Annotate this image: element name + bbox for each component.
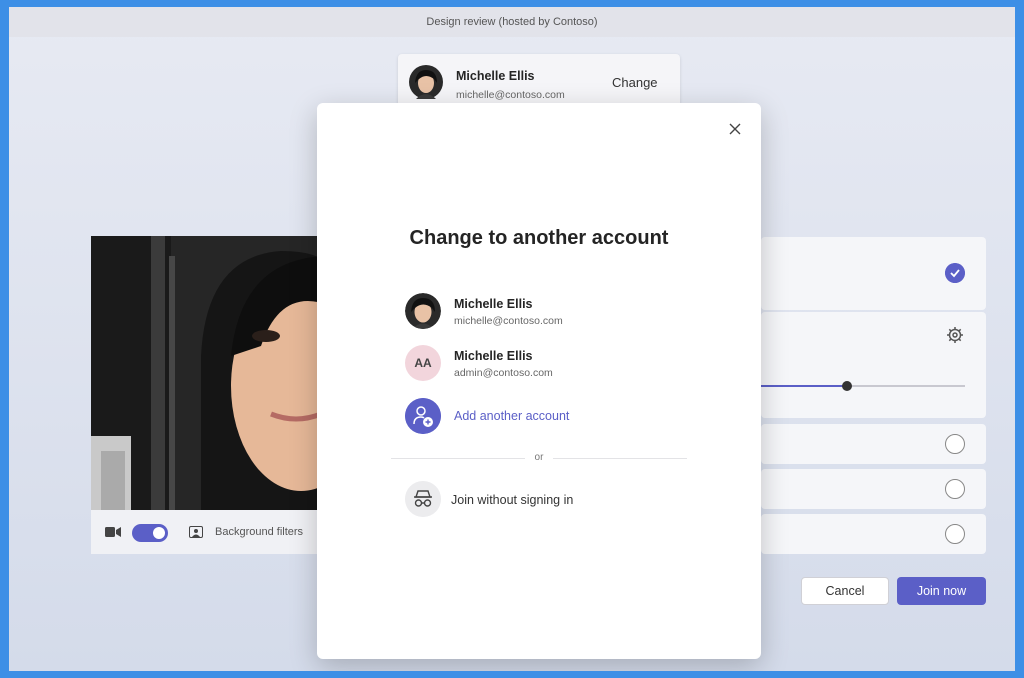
account-name: Michelle Ellis <box>454 349 533 363</box>
divider <box>553 458 687 459</box>
change-account-dialog: Change to another account Michelle Ellis… <box>317 103 761 659</box>
add-person-icon <box>405 398 441 434</box>
account-option-michelle[interactable]: Michelle Ellis michelle@contoso.com <box>405 293 685 333</box>
user-avatar-icon <box>405 293 441 329</box>
video-preview <box>91 236 331 510</box>
close-icon <box>729 123 741 135</box>
initials-avatar: AA <box>405 345 441 381</box>
add-account-option[interactable]: Add another account <box>405 398 685 438</box>
account-name: Michelle Ellis <box>454 297 533 311</box>
gear-icon[interactable] <box>945 325 965 345</box>
account-name: Michelle Ellis <box>456 69 535 83</box>
user-avatar-icon <box>409 65 443 99</box>
join-without-signing-in-label[interactable]: Join without signing in <box>451 493 573 507</box>
add-account-label[interactable]: Add another account <box>454 409 569 423</box>
join-now-button[interactable]: Join now <box>897 577 986 605</box>
cancel-button[interactable]: Cancel <box>801 577 889 605</box>
or-separator: or <box>534 452 544 463</box>
window-title: Design review (hosted by Contoso) <box>9 7 1015 37</box>
video-controls-bar: Background filters <box>91 510 331 554</box>
volume-slider-thumb[interactable] <box>841 381 852 391</box>
camera-icon <box>105 527 121 537</box>
audio-radio[interactable] <box>945 479 965 499</box>
background-filters-label[interactable]: Background filters <box>215 526 303 538</box>
background-filters-icon[interactable] <box>189 526 203 538</box>
account-option-admin[interactable]: AA Michelle Ellis admin@contoso.com <box>405 345 685 385</box>
camera-toggle[interactable] <box>132 524 168 542</box>
selected-check-icon <box>945 263 965 283</box>
account-email: michelle@contoso.com <box>454 315 563 327</box>
volume-slider-fill <box>761 385 847 387</box>
audio-radio[interactable] <box>945 434 965 454</box>
change-account-button[interactable]: Change <box>612 75 658 90</box>
current-account-card: Michelle Ellis michelle@contoso.com Chan… <box>398 54 680 110</box>
account-email: michelle@contoso.com <box>456 89 565 101</box>
account-email: admin@contoso.com <box>454 367 553 379</box>
close-dialog-button[interactable] <box>727 121 743 137</box>
join-without-signing-in-option[interactable]: Join without signing in <box>405 481 685 521</box>
audio-radio[interactable] <box>945 524 965 544</box>
app-window: Design review (hosted by Contoso) Michel… <box>9 7 1015 671</box>
camera-feed-image <box>91 236 331 510</box>
dialog-title: Change to another account <box>409 227 669 249</box>
divider <box>391 458 525 459</box>
incognito-icon <box>405 481 441 517</box>
